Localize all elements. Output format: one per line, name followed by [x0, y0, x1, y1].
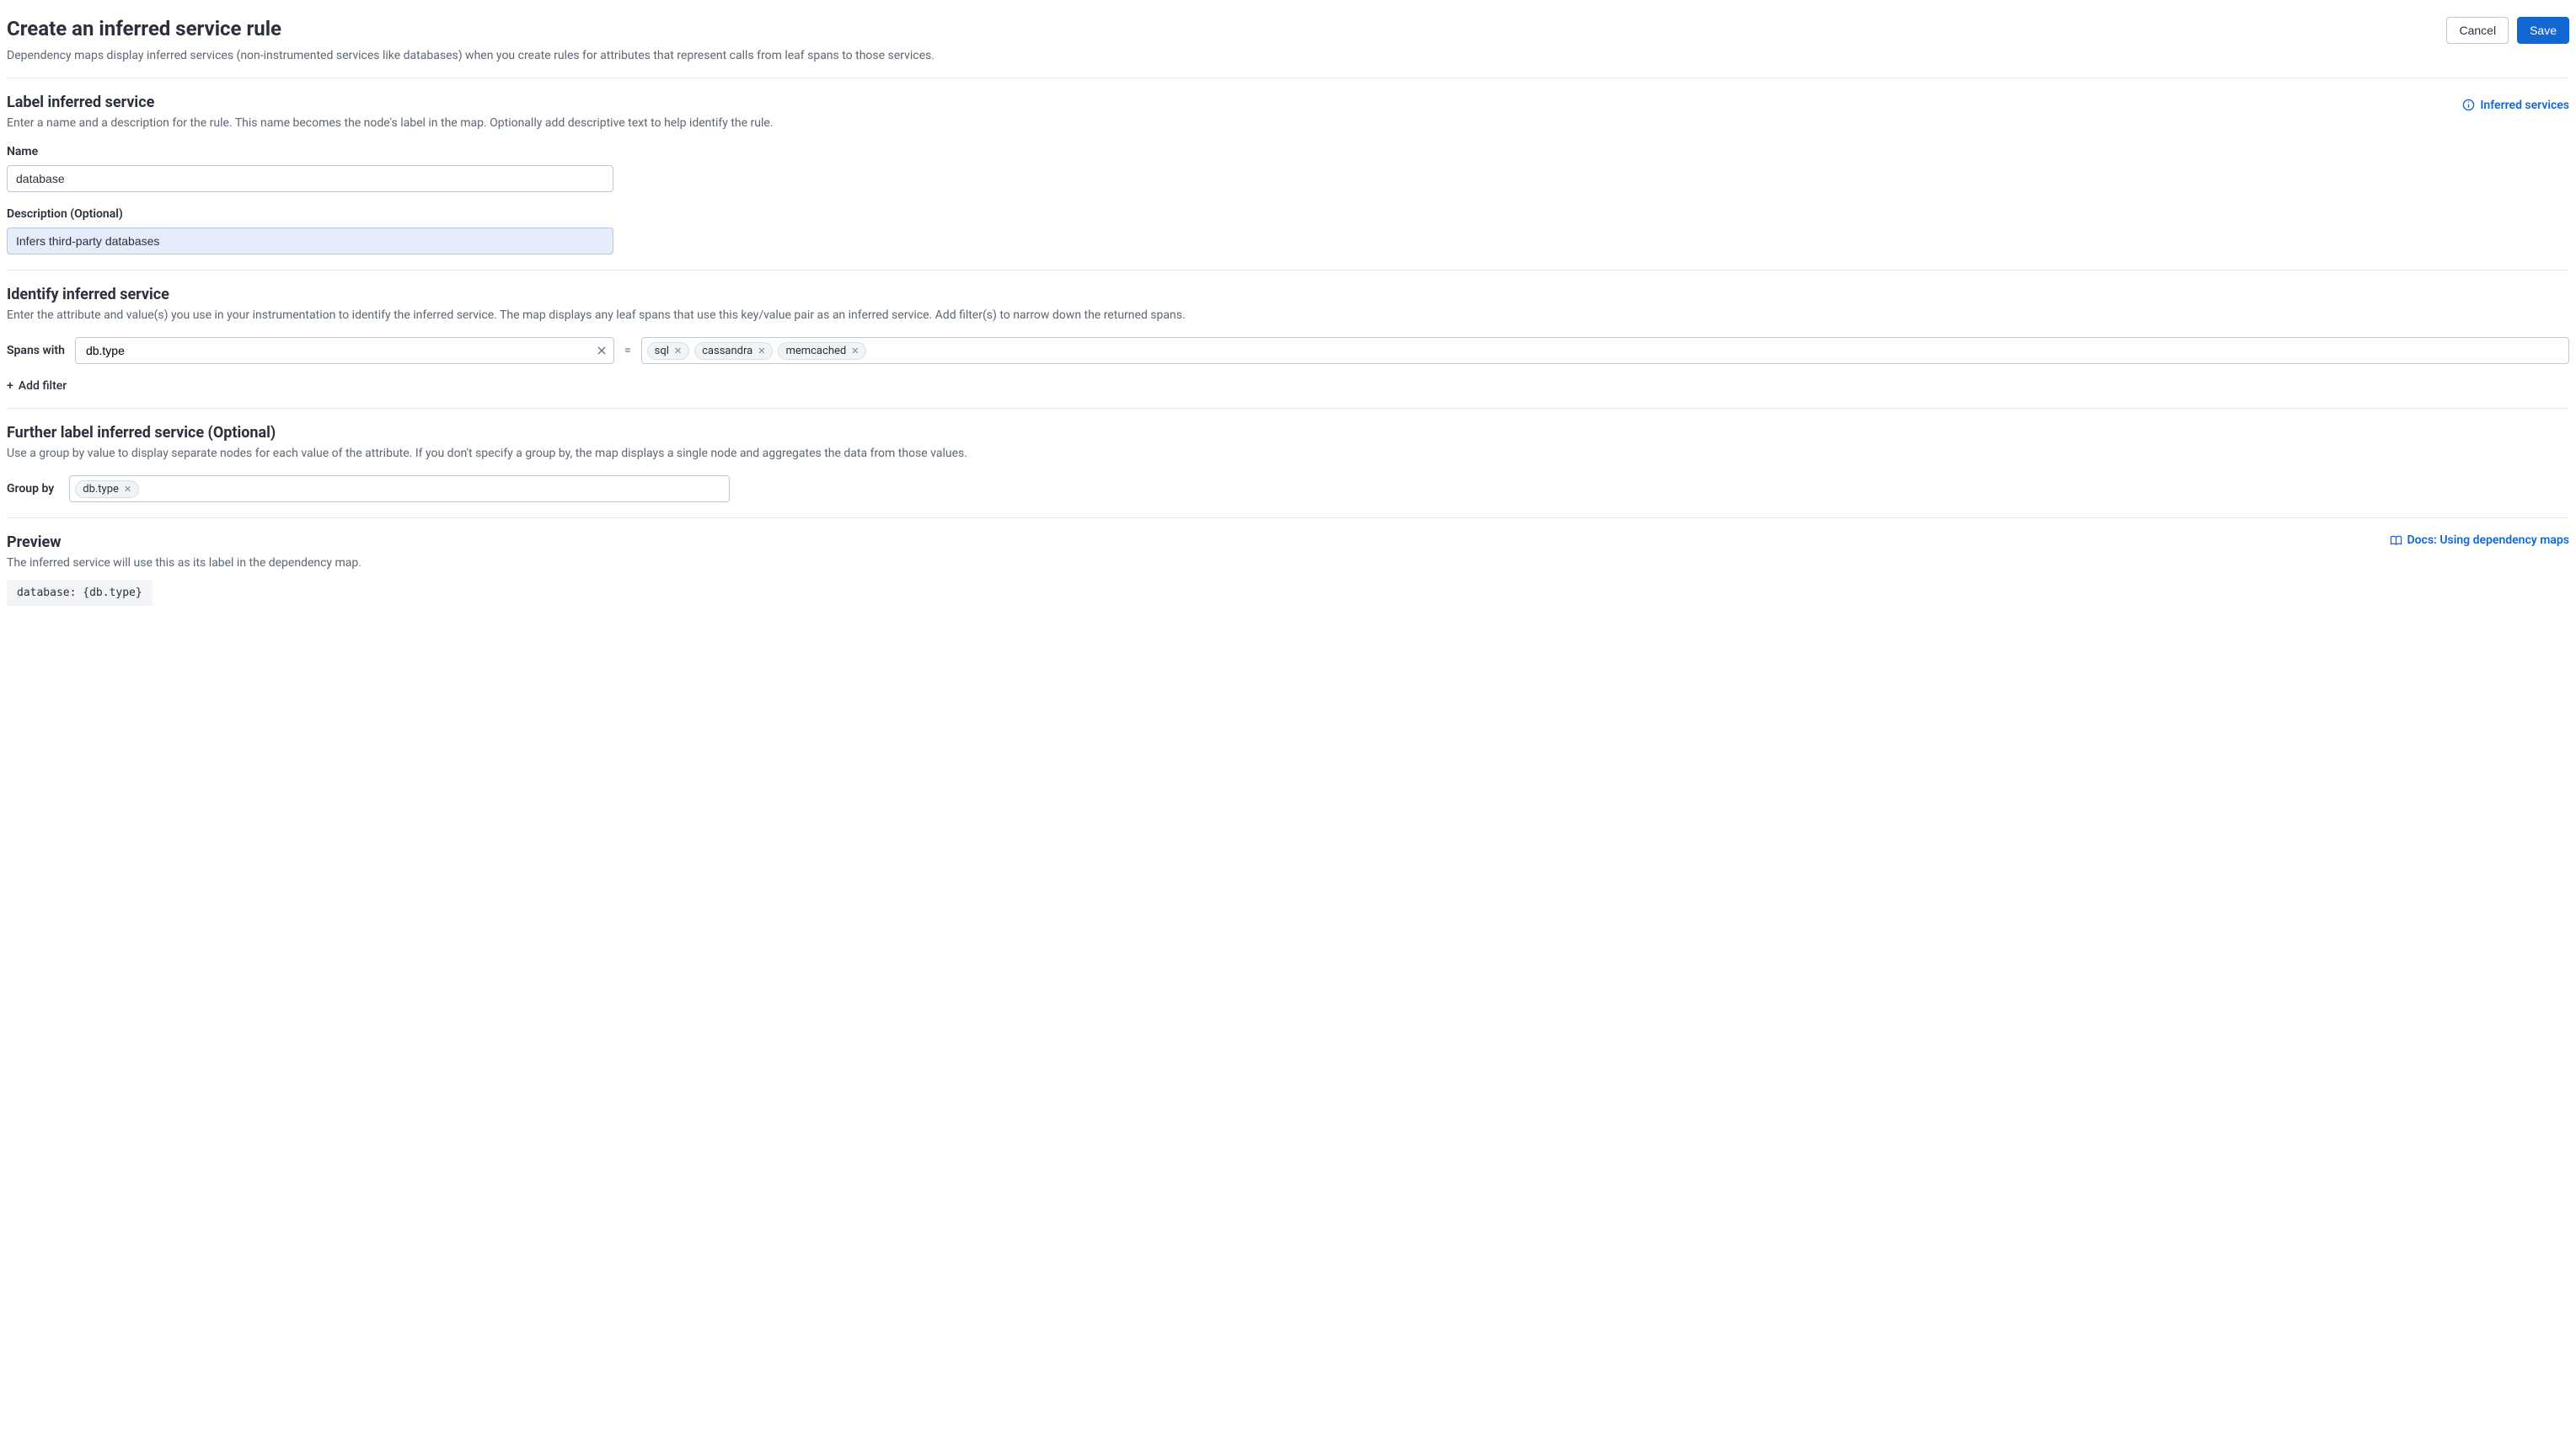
save-button[interactable]: Save	[2517, 17, 2569, 44]
book-icon	[2390, 534, 2402, 547]
docs-link-text: Docs: Using dependency maps	[2407, 533, 2570, 547]
group-by-input[interactable]: db.type ✕	[69, 475, 730, 502]
preview-section-title: Preview	[7, 533, 361, 551]
further-section-subtitle: Use a group by value to display separate…	[7, 447, 2569, 460]
identify-section-subtitle: Enter the attribute and value(s) you use…	[7, 308, 2569, 322]
clear-attribute-button[interactable]	[596, 342, 608, 359]
values-tag-input[interactable]: sql ✕ cassandra ✕ memcached ✕	[641, 337, 2569, 364]
chip-remove-icon[interactable]: ✕	[851, 346, 859, 356]
label-section-subtitle: Enter a name and a description for the r…	[7, 116, 2569, 130]
group-by-chip[interactable]: db.type ✕	[75, 480, 139, 498]
value-chip[interactable]: memcached ✕	[778, 342, 866, 360]
label-section-title: Label inferred service	[7, 94, 154, 111]
page-title: Create an inferred service rule	[7, 17, 281, 40]
description-input[interactable]	[7, 228, 613, 255]
further-section-title: Further label inferred service (Optional…	[7, 424, 2569, 442]
equals-sign: =	[624, 344, 631, 357]
identify-section-title: Identify inferred service	[7, 286, 2569, 303]
value-chip[interactable]: cassandra ✕	[694, 342, 773, 360]
info-icon	[2462, 99, 2475, 111]
name-label: Name	[7, 145, 2569, 158]
divider	[7, 517, 2569, 518]
group-by-label: Group by	[7, 482, 54, 496]
chip-label: sql	[655, 345, 669, 357]
close-icon	[597, 346, 606, 355]
name-input[interactable]	[7, 165, 613, 192]
add-filter-label: Add filter	[19, 379, 67, 393]
value-chip[interactable]: sql ✕	[647, 342, 689, 360]
divider	[7, 408, 2569, 409]
add-filter-button[interactable]: + Add filter	[7, 379, 67, 393]
chip-remove-icon[interactable]: ✕	[674, 346, 682, 356]
inferred-services-link[interactable]: Inferred services	[2462, 99, 2569, 112]
divider	[7, 270, 2569, 271]
chip-remove-icon[interactable]: ✕	[758, 346, 765, 356]
preview-code: database: {db.type}	[7, 580, 153, 606]
inferred-services-link-text: Inferred services	[2480, 99, 2569, 112]
attribute-input[interactable]	[75, 337, 614, 364]
page-subtitle: Dependency maps display inferred service…	[7, 49, 2569, 62]
chip-label: memcached	[785, 345, 846, 357]
chip-label: cassandra	[702, 345, 752, 357]
chip-label: db.type	[83, 483, 119, 496]
description-label: Description (Optional)	[7, 207, 2569, 221]
cancel-button[interactable]: Cancel	[2446, 17, 2509, 44]
plus-icon: +	[7, 379, 13, 393]
chip-remove-icon[interactable]: ✕	[124, 484, 131, 495]
header-actions: Cancel Save	[2446, 17, 2569, 44]
preview-subtitle: The inferred service will use this as it…	[7, 556, 361, 570]
docs-link[interactable]: Docs: Using dependency maps	[2390, 533, 2570, 547]
spans-with-label: Spans with	[7, 344, 65, 357]
